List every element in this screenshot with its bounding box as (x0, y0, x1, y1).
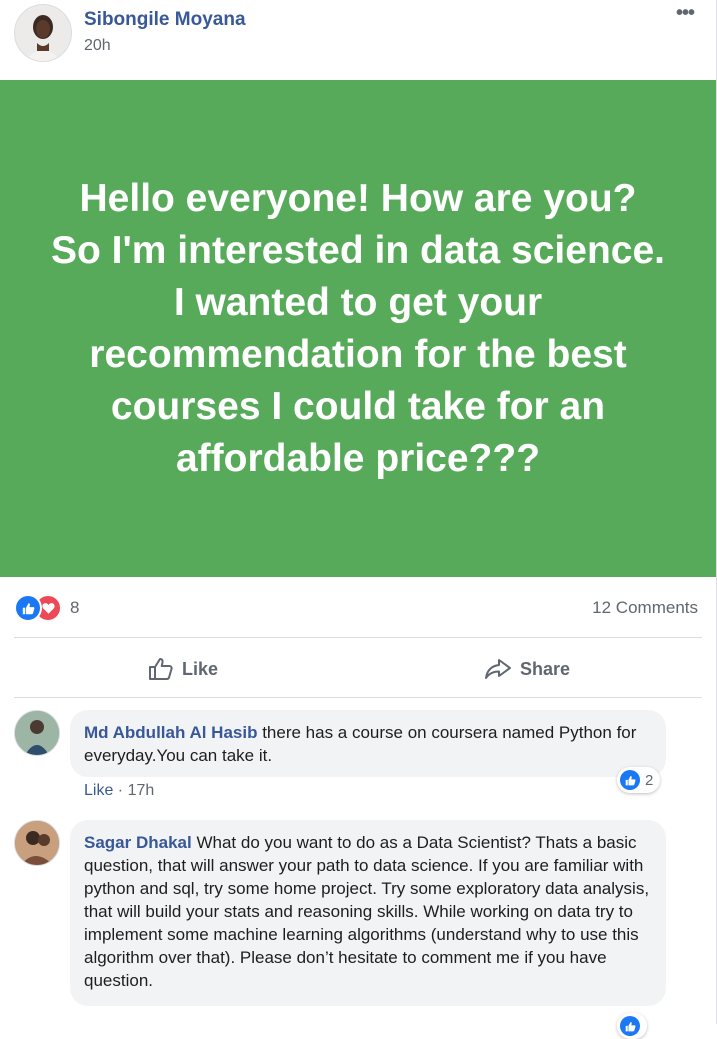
like-icon (620, 770, 640, 790)
comment-timestamp[interactable]: 17h (128, 782, 155, 799)
like-icon (14, 594, 42, 622)
share-button[interactable]: Share (484, 655, 570, 683)
comment-avatar[interactable] (14, 820, 60, 866)
like-icon (620, 1016, 640, 1036)
post-text: Hello everyone! How are you? So I'm inte… (51, 176, 665, 480)
thumbs-up-icon (149, 658, 173, 680)
like-button[interactable]: Like (148, 655, 218, 683)
share-arrow-icon (485, 659, 511, 679)
share-label: Share (520, 658, 571, 679)
meta-separator: · (113, 782, 128, 799)
comment-avatar[interactable] (14, 710, 60, 756)
like-label: Like (182, 658, 219, 679)
comment-text: What do you want to do as a Data Scienti… (84, 833, 650, 990)
divider (14, 697, 702, 698)
comment-like-link[interactable]: Like (84, 782, 113, 799)
comment-bubble: Sagar Dhakal What do you want to do as a… (70, 820, 666, 1006)
comment-reactions[interactable] (617, 1013, 647, 1039)
reaction-count[interactable]: 8 (70, 598, 79, 618)
comment-reaction-count: 2 (645, 771, 654, 789)
comment-meta: Like · 17h (84, 782, 154, 800)
more-options-icon[interactable]: ••• (676, 2, 695, 25)
author-name[interactable]: Sibongile Moyana (84, 9, 246, 31)
comments-count[interactable]: 12 Comments (592, 598, 698, 618)
author-avatar[interactable] (14, 4, 72, 62)
post-timestamp[interactable]: 20h (84, 37, 111, 55)
post-card: Sibongile Moyana 20h ••• Hello everyone!… (0, 0, 717, 1039)
post-background: Hello everyone! How are you? So I'm inte… (0, 80, 716, 577)
divider (14, 637, 702, 638)
comment-author[interactable]: Md Abdullah Al Hasib (84, 723, 257, 742)
comment-bubble: Md Abdullah Al Hasib there has a course … (70, 710, 666, 777)
comment-reactions[interactable]: 2 (617, 767, 661, 793)
comment-author[interactable]: Sagar Dhakal (84, 833, 192, 852)
